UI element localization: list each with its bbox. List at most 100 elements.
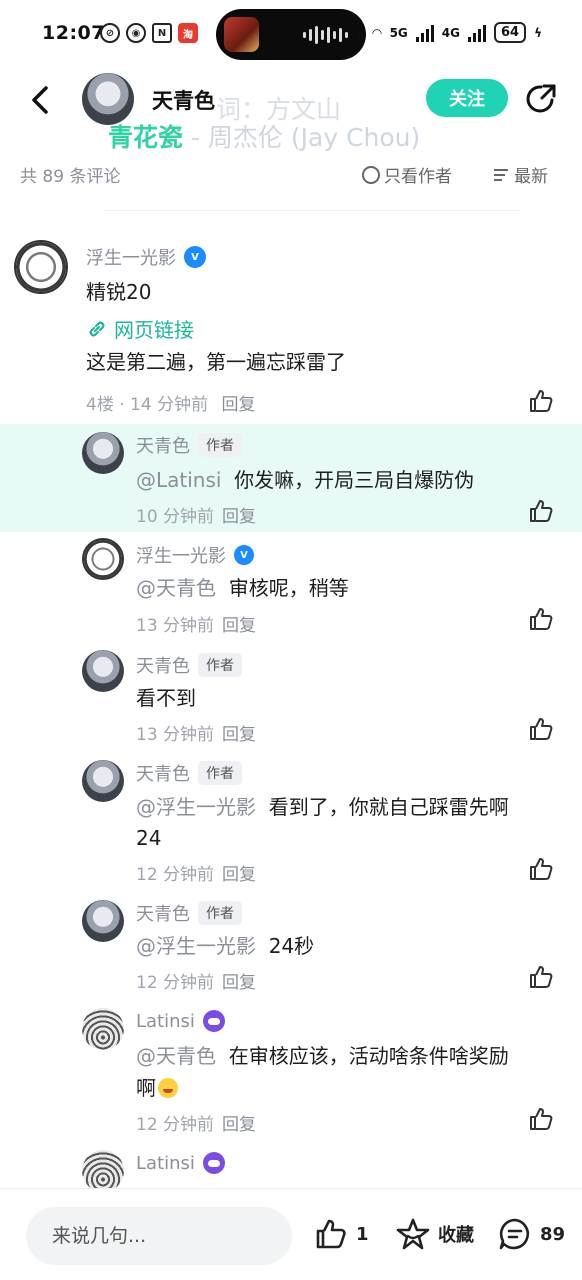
shopping-app-icon: 淘 — [178, 23, 198, 43]
reply-button[interactable]: 回复 — [222, 725, 256, 745]
reply-item: 天青色 作者 看不到 13 分钟前 回复 — [0, 644, 582, 752]
comments-count: 89 — [540, 1223, 566, 1245]
author-badge: 作者 — [198, 901, 242, 925]
reply-meta: 12 分钟前 回复 — [136, 973, 257, 993]
like-icon[interactable] — [528, 964, 554, 990]
comment-count: 共 89 条评论 — [20, 167, 121, 187]
follow-button[interactable]: 关注 — [426, 79, 508, 117]
author-badge: 作者 — [198, 433, 242, 457]
reply-avatar[interactable] — [82, 1008, 124, 1050]
network-4g: 4G — [441, 25, 460, 40]
comment-meta: 4楼 · 14 分钟前 回复 — [86, 395, 256, 415]
reply-item: 天青色 作者 @浮生一光影 看到了，你就自己踩雷先啊 24 12 分钟前 回复 — [0, 754, 582, 894]
smile-emoji-icon — [158, 1078, 178, 1098]
status-bar: 12:07 ⊘ ◉ N 淘 ▯ ◠ 5G 4G 64 ϟ — [0, 0, 582, 70]
reply-button[interactable]: 回复 — [222, 507, 256, 527]
reply-meta: 13 分钟前 回复 — [136, 616, 257, 636]
only-author-label: 只看作者 — [384, 167, 452, 187]
game-badge-icon — [202, 1152, 225, 1174]
eye-icon: ◉ — [126, 23, 146, 43]
reply-text: 看不到 — [136, 686, 196, 710]
only-author-toggle[interactable]: 只看作者 — [362, 162, 452, 187]
reply-button[interactable]: 回复 — [222, 1115, 256, 1135]
reply-meta: 10 分钟前 回复 — [136, 507, 257, 527]
star-icon — [396, 1218, 430, 1250]
dynamic-island[interactable] — [216, 9, 366, 60]
game-badge-icon — [202, 1010, 225, 1032]
reply-text: @天青色 审核呢，稍等 — [136, 576, 349, 600]
reply-author[interactable]: Latinsi — [136, 1010, 225, 1032]
audio-wave-icon — [303, 25, 348, 45]
like-icon[interactable] — [528, 856, 554, 882]
main-comment: 浮生一光影 V 精锐20 网页链接 这是第二遍，第一遍忘踩雷了 4楼 · 14 … — [0, 236, 582, 424]
nfc-icon: N — [152, 23, 172, 43]
share-icon[interactable] — [524, 82, 558, 116]
reply-text: @浮生一光影 24秒 — [136, 934, 315, 958]
like-button[interactable]: 1 — [314, 1217, 369, 1251]
reply-meta: 13 分钟前 回复 — [136, 725, 257, 745]
reply-button[interactable]: 回复 — [222, 395, 256, 415]
like-icon[interactable] — [528, 716, 554, 742]
link-label: 网页链接 — [114, 318, 194, 342]
collect-button[interactable]: 收藏 — [396, 1217, 474, 1251]
signal-bars-2-icon — [467, 24, 486, 42]
like-icon[interactable] — [528, 388, 554, 414]
reply-item: 天青色 作者 @浮生一光影 24秒 12 分钟前 回复 — [0, 894, 582, 1002]
comment-text: 精锐20 — [86, 280, 152, 304]
author-badge: 作者 — [198, 761, 242, 785]
reply-author[interactable]: 天青色 作者 — [136, 432, 242, 458]
reply-avatar[interactable] — [82, 760, 124, 802]
reply-button[interactable]: 回复 — [222, 616, 256, 636]
reply-author[interactable]: 天青色 作者 — [136, 900, 242, 926]
reply-author[interactable]: Latinsi — [136, 1152, 225, 1174]
battery-level: 64 — [493, 22, 527, 43]
status-left-icons: ⊘ ◉ N 淘 — [100, 23, 198, 43]
web-link[interactable]: 网页链接 — [86, 314, 194, 343]
reply-avatar[interactable] — [82, 650, 124, 692]
reply-text: @天青色 在审核应该，活动啥条件啥奖励 — [136, 1044, 509, 1068]
commenter-name[interactable]: 浮生一光影 V — [86, 244, 206, 270]
like-count: 1 — [356, 1223, 369, 1245]
wifi-icon: ◠ — [372, 25, 382, 40]
reply-avatar[interactable] — [82, 1150, 124, 1188]
radio-icon — [362, 165, 380, 184]
reply-button[interactable]: 回复 — [222, 973, 256, 993]
author-name[interactable]: 天青色 — [152, 85, 215, 115]
status-right: ▯ ◠ 5G 4G 64 ϟ — [358, 22, 542, 43]
reply-avatar[interactable] — [82, 432, 124, 474]
reply-author[interactable]: 浮生一光影 V — [136, 542, 254, 568]
sort-toggle[interactable]: 最新 — [494, 162, 548, 187]
author-badge: 作者 — [198, 653, 242, 677]
album-art-icon — [224, 17, 259, 52]
comments-button[interactable]: 89 — [498, 1217, 565, 1251]
charging-icon: ϟ — [534, 25, 542, 40]
reply-author[interactable]: 天青色 作者 — [136, 652, 242, 678]
reply-text-cont: 24 — [136, 826, 162, 850]
back-arrow-icon[interactable] — [26, 80, 58, 120]
status-time: 12:07 — [42, 22, 105, 44]
reply-item: 浮生一光影 V @天青色 审核呢，稍等 13 分钟前 回复 — [0, 534, 582, 642]
reply-text: @Latinsi 你发嘛，开局三局自爆防伪 — [136, 468, 475, 492]
like-icon[interactable] — [528, 606, 554, 632]
like-icon[interactable] — [528, 498, 554, 524]
network-5g: 5G — [389, 25, 408, 40]
commenter-avatar[interactable] — [14, 240, 68, 294]
reply-text: @浮生一光影 看到了，你就自己踩雷先啊 — [136, 795, 509, 819]
floor-number: 4楼 — [86, 395, 114, 415]
reply-item: Latinsi — [0, 1146, 582, 1188]
reply-author[interactable]: 天青色 作者 — [136, 760, 242, 786]
reply-avatar[interactable] — [82, 538, 124, 580]
bottom-action-bar: 来说几句... 1 收藏 89 — [0, 1188, 582, 1280]
comment-bubble-icon — [499, 1218, 530, 1250]
reply-button[interactable]: 回复 — [222, 865, 256, 885]
like-icon[interactable] — [528, 1106, 554, 1132]
comment-input[interactable]: 来说几句... — [26, 1207, 292, 1265]
link-icon — [89, 321, 105, 336]
floating-lyric-line: 词：方文山 — [216, 95, 342, 124]
vip-badge-icon: V — [234, 545, 254, 565]
reply-text-cont: 啊 — [136, 1072, 178, 1104]
signal-bars-1-icon — [415, 24, 434, 42]
vip-badge-icon: V — [184, 246, 206, 268]
sort-label: 最新 — [514, 167, 548, 187]
reply-avatar[interactable] — [82, 900, 124, 942]
